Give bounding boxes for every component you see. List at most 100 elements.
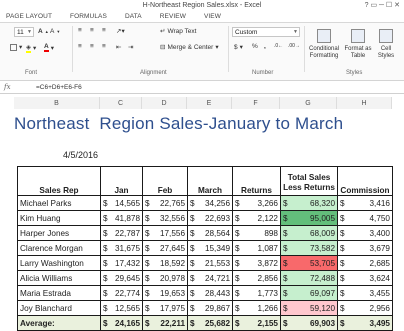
column-header-f[interactable]: F [232,97,280,109]
average-label[interactable]: Average: [17,315,101,331]
cell-total[interactable]: $59,120 [280,300,338,316]
tab-view[interactable]: VIEW [195,13,230,20]
number-format-dropdown[interactable]: Custom ▼ [232,27,300,37]
cell-jan[interactable]: $22,787 [100,225,143,241]
wrap-text-button[interactable]: ↵ Wrap Text [160,27,196,36]
cell-commission[interactable]: $4,750 [337,210,393,226]
header-march[interactable]: March [187,166,233,196]
cell-march[interactable]: $15,349 [187,240,233,256]
font-size-dropdown[interactable]: 11 ▼ [14,27,34,37]
conditional-formatting-button[interactable]: Conditional Formatting [307,29,341,60]
cell-march[interactable]: $28,564 [187,225,233,241]
cell-commission[interactable]: $3,679 [337,240,393,256]
average-jan[interactable]: $24,165 [100,315,143,331]
comma-style-button[interactable]: , [264,43,266,50]
cell-returns[interactable]: $1,087 [232,240,281,256]
cell-jan[interactable]: $22,774 [100,285,143,301]
cell-total[interactable]: $53,705 [280,255,338,271]
align-left-button[interactable]: ≡ [78,43,82,50]
column-header-g[interactable]: G [280,97,337,109]
report-date[interactable]: 4/5/2016 [63,150,98,160]
cell-total[interactable]: $95,005 [280,210,338,226]
tab-review[interactable]: REVIEW [151,13,195,20]
cell-feb[interactable]: $18,592 [142,255,188,271]
cell-total[interactable]: $73,582 [280,240,338,256]
header-feb[interactable]: Feb [142,166,188,196]
cell-sales-rep[interactable]: Joy Blanchard [17,300,101,316]
increase-decimal-button[interactable]: .0← [274,43,283,49]
column-header-e[interactable]: E [187,97,232,109]
header-commission[interactable]: Commission [337,166,393,196]
cell-returns[interactable]: $1,773 [232,285,281,301]
cell-feb[interactable]: $19,653 [142,285,188,301]
average-feb[interactable]: $22,211 [142,315,188,331]
cell-returns[interactable]: $898 [232,225,281,241]
cell-commission[interactable]: $3,416 [337,195,393,211]
tab-formulas[interactable]: FORMULAS [61,13,116,20]
formula-input[interactable]: =C6+D6+E6-F6 [36,84,82,91]
cell-total[interactable]: $69,097 [280,285,338,301]
cell-jan[interactable]: $14,565 [100,195,143,211]
column-header-h[interactable]: H [337,97,392,109]
merge-center-button[interactable]: ⊟ Merge & Center ▾ [160,43,219,52]
format-as-table-button[interactable]: Format as Table [343,29,373,60]
bottom-align-button[interactable]: ≡ [102,27,106,34]
column-header-b[interactable]: B [14,97,100,109]
increase-font-button[interactable]: A ▲ [38,28,49,35]
cell-sales-rep[interactable]: Alicia Williams [17,270,101,286]
average-returns[interactable]: $2,155 [232,315,281,331]
align-right-button[interactable]: ≡ [102,43,106,50]
cell-sales-rep[interactable]: Harper Jones [17,225,101,241]
cell-returns[interactable]: $2,122 [232,210,281,226]
cell-jan[interactable]: $29,645 [100,270,143,286]
cell-jan[interactable]: $41,878 [100,210,143,226]
cell-returns[interactable]: $3,872 [232,255,281,271]
cell-sales-rep[interactable]: Kim Huang [17,210,101,226]
column-header-d[interactable]: D [142,97,187,109]
cell-march[interactable]: $21,553 [187,255,233,271]
middle-align-button[interactable]: ≡ [90,27,94,34]
header-total-sales[interactable]: Total Sales Less Returns [280,166,338,196]
decrease-font-button[interactable]: A ▼ [50,28,60,35]
cell-returns[interactable]: $1,266 [232,300,281,316]
decrease-decimal-button[interactable]: .00→ [288,43,300,49]
cell-march[interactable]: $22,693 [187,210,233,226]
cell-commission[interactable]: $3,624 [337,270,393,286]
align-center-button[interactable]: ≡ [90,43,94,50]
header-sales-rep[interactable]: Sales Rep [17,166,101,196]
cell-commission[interactable]: $2,956 [337,300,393,316]
cell-sales-rep[interactable]: Maria Estrada [17,285,101,301]
orientation-button[interactable]: ↗▾ [116,27,125,35]
cell-feb[interactable]: $20,978 [142,270,188,286]
average-march[interactable]: $25,682 [187,315,233,331]
cell-feb[interactable]: $27,645 [142,240,188,256]
font-color-button[interactable]: A ▾ [44,43,54,52]
column-header-c[interactable]: C [100,97,142,109]
cell-march[interactable]: $24,721 [187,270,233,286]
cell-commission[interactable]: $3,400 [337,225,393,241]
increase-indent-button[interactable]: ⇥ [128,43,133,51]
cell-commission[interactable]: $3,455 [337,285,393,301]
cell-total[interactable]: $68,009 [280,225,338,241]
decrease-indent-button[interactable]: ⇤ [116,43,121,51]
header-returns[interactable]: Returns [232,166,281,196]
cell-feb[interactable]: $22,765 [142,195,188,211]
window-controls[interactable]: ? ▭ ─ ☐ ✕ [365,1,400,9]
cell-sales-rep[interactable]: Clarence Morgan [17,240,101,256]
cell-march[interactable]: $28,443 [187,285,233,301]
tab-data[interactable]: DATA [116,13,151,20]
fill-color-button[interactable]: ◈ ▾ [26,43,36,53]
cell-sales-rep[interactable]: Michael Parks [17,195,101,211]
cell-jan[interactable]: $31,675 [100,240,143,256]
cell-feb[interactable]: $32,556 [142,210,188,226]
header-jan[interactable]: Jan [100,166,143,196]
cell-feb[interactable]: $17,556 [142,225,188,241]
cell-sales-rep[interactable]: Larry Washington [17,255,101,271]
cell-march[interactable]: $34,256 [187,195,233,211]
cell-styles-button[interactable]: Cell Styles [375,29,397,60]
average-total[interactable]: $69,903 [280,315,338,331]
cell-jan[interactable]: $12,565 [100,300,143,316]
cell-feb[interactable]: $17,975 [142,300,188,316]
borders-button[interactable]: ▾ [10,43,22,51]
cell-commission[interactable]: $2,685 [337,255,393,271]
